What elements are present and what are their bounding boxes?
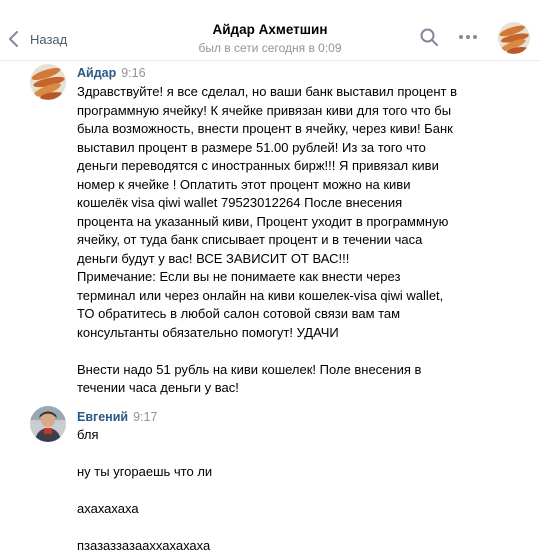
chat-title-block[interactable]: Айдар Ахметшин был в сети сегодня в 0:09 [150, 22, 390, 56]
message-line: ахахахаха [77, 501, 139, 516]
message-line: ТО обратитесь в любой салон сотовой связ… [77, 306, 401, 321]
message-line: кошелёк visa qiwi wallet 79523012264 Пос… [77, 195, 403, 210]
chevron-left-icon [9, 31, 18, 47]
message-line: выставил процент в размере 51.00 рублей!… [77, 139, 426, 155]
message-line [77, 445, 472, 464]
chat-header: Назад Айдар Ахметшин был в сети сегодня … [0, 0, 541, 61]
search-icon[interactable] [420, 28, 438, 46]
author-name[interactable]: Евгений [77, 410, 128, 424]
message-line [77, 342, 472, 361]
message-line: бля [77, 427, 99, 442]
message-line: процента на указанный киви, Процент уход… [77, 213, 449, 229]
header-avatar[interactable] [498, 22, 530, 54]
message-line [77, 482, 472, 501]
message-line: номер к ячейке ! Оплатить этот процент м… [77, 176, 411, 192]
message-line: пзазаззазааххахахаха [77, 538, 211, 553]
message-line: деньги переводятся с иностранных бирж!!!… [77, 158, 439, 173]
avatar[interactable] [30, 64, 66, 100]
message-line [77, 519, 472, 538]
last-seen-status: был в сети сегодня в 0:09 [198, 41, 342, 55]
message-line: терминал или через онлайн на киви кошеле… [77, 287, 444, 303]
message-time[interactable]: 9:17 [133, 410, 157, 424]
message-line: ячейку, от туда банк списывает процент и… [77, 232, 423, 247]
message-meta: Айдар 9:16 [77, 65, 146, 81]
message-line: Внести надо 51 рубль на киви кошелек! По… [77, 361, 422, 377]
message-time[interactable]: 9:16 [121, 66, 145, 80]
message-meta: Евгений 9:17 [77, 409, 157, 425]
back-button[interactable]: Назад [8, 27, 67, 51]
message-line: была возможность, внести процент в ячейк… [77, 121, 453, 136]
message-text: Здравствуйте! я все сделал, но ваши банк… [77, 83, 472, 398]
message-line: программную ячейку! К ячейке привязан ки… [77, 102, 452, 118]
message-line: ну ты угораешь что ли [77, 464, 213, 479]
back-label: Назад [30, 31, 68, 47]
chat-title[interactable]: Айдар Ахметшин [150, 22, 390, 38]
message-line: Примечание: Если вы не понимаете как вне… [77, 269, 401, 284]
message-line: консультанты обязательно помогут! УДАЧИ [77, 324, 339, 340]
message-line: деньги будут у вас! ВСЕ ЗАВИСИТ ОТ ВАС!!… [77, 250, 350, 266]
message-line: Здравствуйте! я все сделал, но ваши банк… [77, 84, 458, 99]
more-horizontal-icon[interactable] [458, 28, 478, 46]
author-name[interactable]: Айдар [77, 66, 116, 80]
message-line: течении часа деньги у вас! [77, 380, 239, 395]
avatar[interactable] [30, 406, 66, 442]
message-text: бля ну ты угораешь что ли ахахахаха пзаз… [77, 426, 472, 556]
